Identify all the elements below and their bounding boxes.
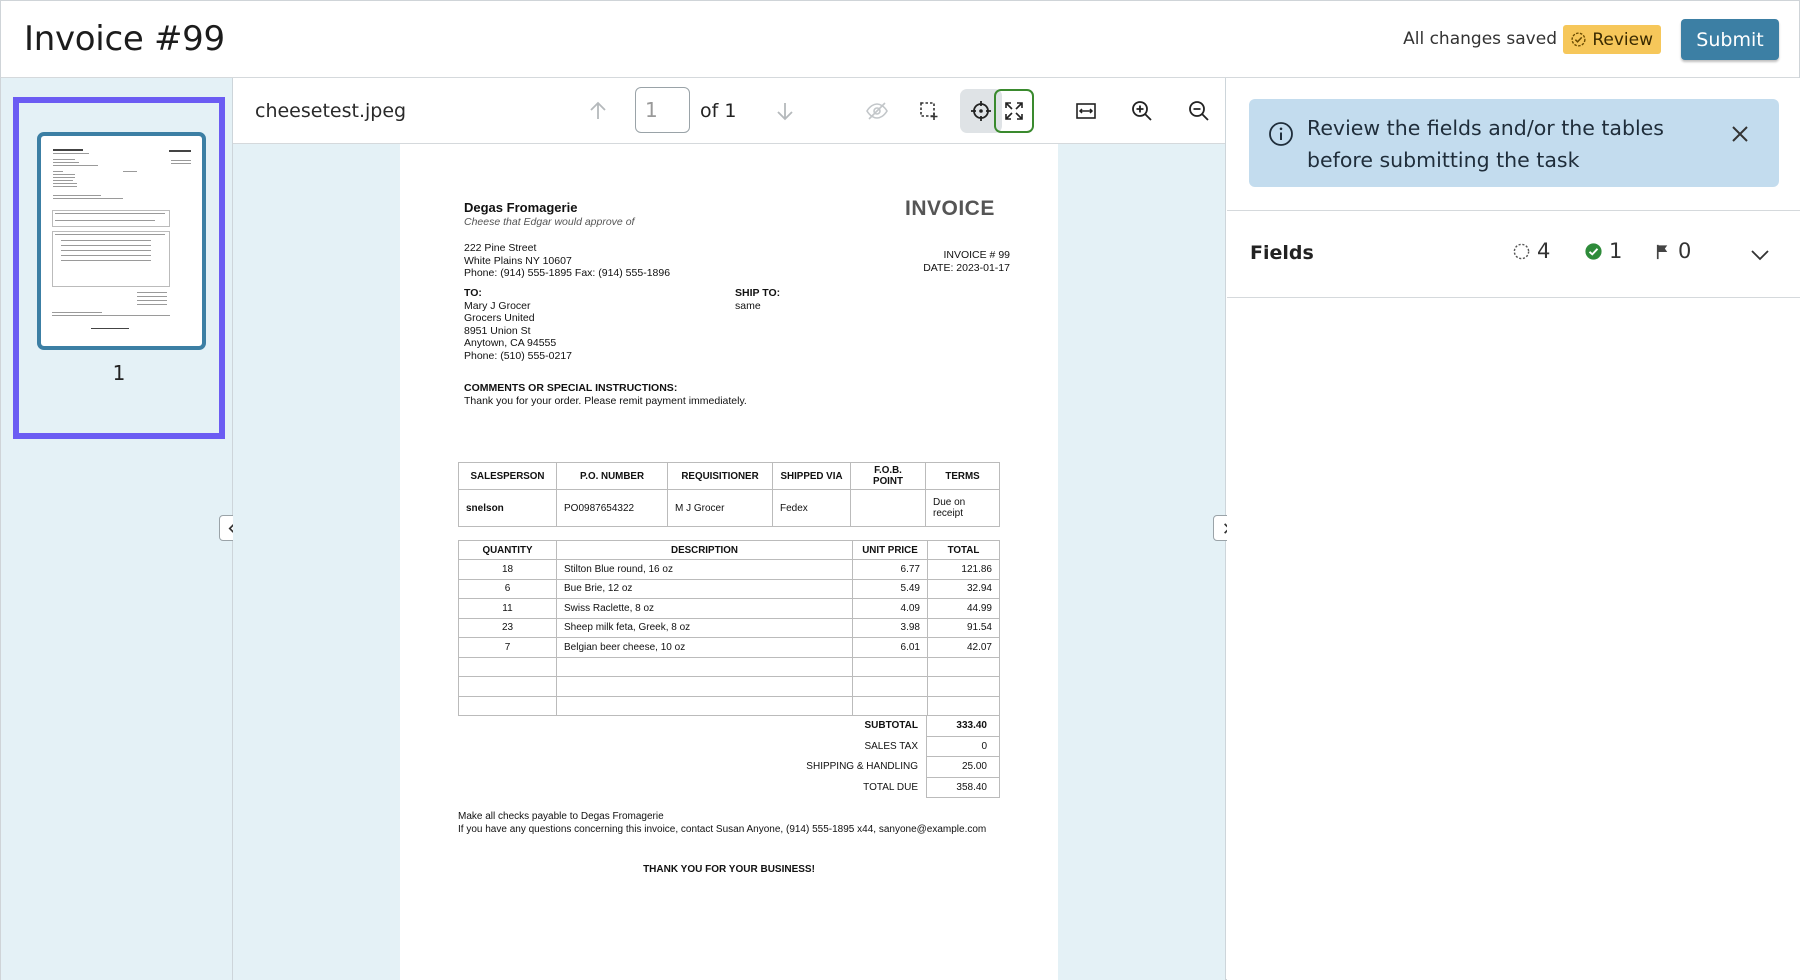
divider xyxy=(1227,297,1800,298)
order-cell: Due on receipt xyxy=(925,489,1000,527)
toggle-visibility-button[interactable] xyxy=(856,89,898,133)
order-header: SALESPERSON xyxy=(458,462,557,490)
divider xyxy=(1227,210,1800,211)
table-row: 7 Belgian beer cheese, 10 oz 6.01 42.07 xyxy=(458,637,1000,658)
top-header: Invoice #99 All changes saved Review Sub… xyxy=(1,1,1799,78)
order-header: REQUISITIONER xyxy=(667,462,773,490)
order-cell xyxy=(850,489,926,527)
invoice-meta: INVOICE # 99 DATE: 2023-01-17 xyxy=(923,249,1010,274)
review-alert: Review the fields and/or the tables befo… xyxy=(1249,99,1779,187)
document-canvas[interactable]: Degas Fromagerie Cheese that Edgar would… xyxy=(233,144,1225,980)
items-header: TOTAL xyxy=(927,540,1000,560)
fit-page-icon xyxy=(1005,102,1023,120)
invoice-footer: Make all checks payable to Degas Fromage… xyxy=(458,811,987,835)
order-cell: snelson xyxy=(458,489,557,527)
zoom-in-button[interactable] xyxy=(1121,89,1163,133)
page-thumbnail[interactable] xyxy=(37,132,206,350)
select-region-button[interactable] xyxy=(908,89,950,133)
info-icon xyxy=(1269,122,1293,146)
fit-width-icon xyxy=(1076,103,1096,119)
fit-width-button[interactable] xyxy=(1065,89,1107,133)
fields-section-title: Fields xyxy=(1250,242,1314,264)
review-pending-icon xyxy=(1571,32,1586,47)
order-cell: Fedex xyxy=(772,489,851,527)
table-row: 23 Sheep milk feta, Greek, 8 oz 3.98 91.… xyxy=(458,617,1000,638)
thumbnail-page-number: 1 xyxy=(112,361,126,385)
order-header: TERMS xyxy=(925,462,1000,490)
page-title: Invoice #99 xyxy=(24,19,225,59)
invoice-heading: INVOICE xyxy=(905,197,995,220)
viewer-toolbar: cheesetest.jpeg of 1 xyxy=(233,78,1225,144)
table-row: 6 Bue Brie, 12 oz 5.49 32.94 xyxy=(458,578,1000,599)
line-items-table: QUANTITY DESCRIPTION UNIT PRICE TOTAL 18… xyxy=(458,540,1000,716)
flag-icon xyxy=(1656,244,1668,259)
document-filename: cheesetest.jpeg xyxy=(255,100,407,122)
arrow-down-icon xyxy=(777,103,793,121)
save-status: All changes saved xyxy=(1403,29,1557,49)
crosshair-icon xyxy=(971,101,991,121)
review-label: Review xyxy=(1592,29,1653,50)
select-region-icon xyxy=(920,102,938,120)
table-row-empty xyxy=(458,695,1000,716)
zoom-out-button[interactable] xyxy=(1178,89,1220,133)
company-address: 222 Pine Street White Plains NY 10607 Ph… xyxy=(464,242,671,279)
document-page: Degas Fromagerie Cheese that Edgar would… xyxy=(400,144,1058,980)
eye-off-icon xyxy=(866,102,888,120)
close-icon[interactable] xyxy=(1729,123,1751,145)
document-viewer: cheesetest.jpeg of 1 xyxy=(233,78,1226,980)
invoice-company-name: Degas Fromagerie xyxy=(464,200,578,215)
thumbnail-selected-frame[interactable]: 1 xyxy=(13,97,225,439)
table-row: 18 Stilton Blue round, 16 oz 6.77 121.86 xyxy=(458,559,1000,580)
table-row-empty xyxy=(458,656,1000,677)
previous-page-button[interactable] xyxy=(577,89,619,133)
page-number-input[interactable] xyxy=(635,87,690,133)
table-row: 11 Swiss Raclette, 8 oz 4.09 44.99 xyxy=(458,598,1000,619)
totals-table: SUBTOTAL 333.40 SALES TAX 0 SHIPPING & H… xyxy=(740,715,1000,798)
comments-block: COMMENTS OR SPECIAL INSTRUCTIONS: Thank … xyxy=(464,382,747,407)
alert-message: Review the fields and/or the tables befo… xyxy=(1307,116,1664,172)
page-count-label: of 1 xyxy=(700,100,737,122)
items-header: UNIT PRICE xyxy=(852,540,928,560)
flagged-fields-count: 0 xyxy=(1653,239,1691,263)
order-cell: M J Grocer xyxy=(667,489,773,527)
review-status-badge: Review xyxy=(1563,25,1661,54)
ship-to-block: SHIP TO: same xyxy=(735,287,781,312)
order-header: SHIPPED VIA xyxy=(772,462,851,490)
pending-circle-icon xyxy=(1513,243,1530,259)
items-header: DESCRIPTION xyxy=(556,540,853,560)
zoom-in-icon xyxy=(1132,101,1152,121)
invoice-thanks: THANK YOU FOR YOUR BUSINESS! xyxy=(643,864,815,875)
arrow-up-icon xyxy=(590,101,606,119)
order-info-table: SALESPERSON P.O. NUMBER REQUISITIONER SH… xyxy=(458,462,1000,527)
next-page-button[interactable] xyxy=(764,89,806,133)
fields-panel: Review the fields and/or the tables befo… xyxy=(1227,78,1800,980)
pending-fields-count: 4 xyxy=(1512,239,1550,263)
app-window: Invoice #99 All changes saved Review Sub… xyxy=(0,0,1800,980)
zoom-out-icon xyxy=(1189,101,1209,121)
order-header: P.O. NUMBER xyxy=(556,462,668,490)
order-header: F.O.B. POINT xyxy=(850,462,926,490)
completed-fields-count: 1 xyxy=(1584,239,1622,263)
order-cell: PO0987654322 xyxy=(556,489,668,527)
check-circle-icon xyxy=(1585,242,1602,260)
fit-page-button[interactable] xyxy=(994,89,1034,133)
invoice-tagline: Cheese that Edgar would approve of xyxy=(464,216,635,228)
table-row-empty xyxy=(458,676,1000,697)
bill-to-block: TO: Mary J Grocer Grocers United 8951 Un… xyxy=(464,287,572,362)
page-thumbnail-panel: 1 xyxy=(1,78,233,980)
items-header: QUANTITY xyxy=(458,540,557,560)
submit-button[interactable]: Submit xyxy=(1681,19,1779,60)
chevron-down-icon[interactable] xyxy=(1749,244,1771,266)
